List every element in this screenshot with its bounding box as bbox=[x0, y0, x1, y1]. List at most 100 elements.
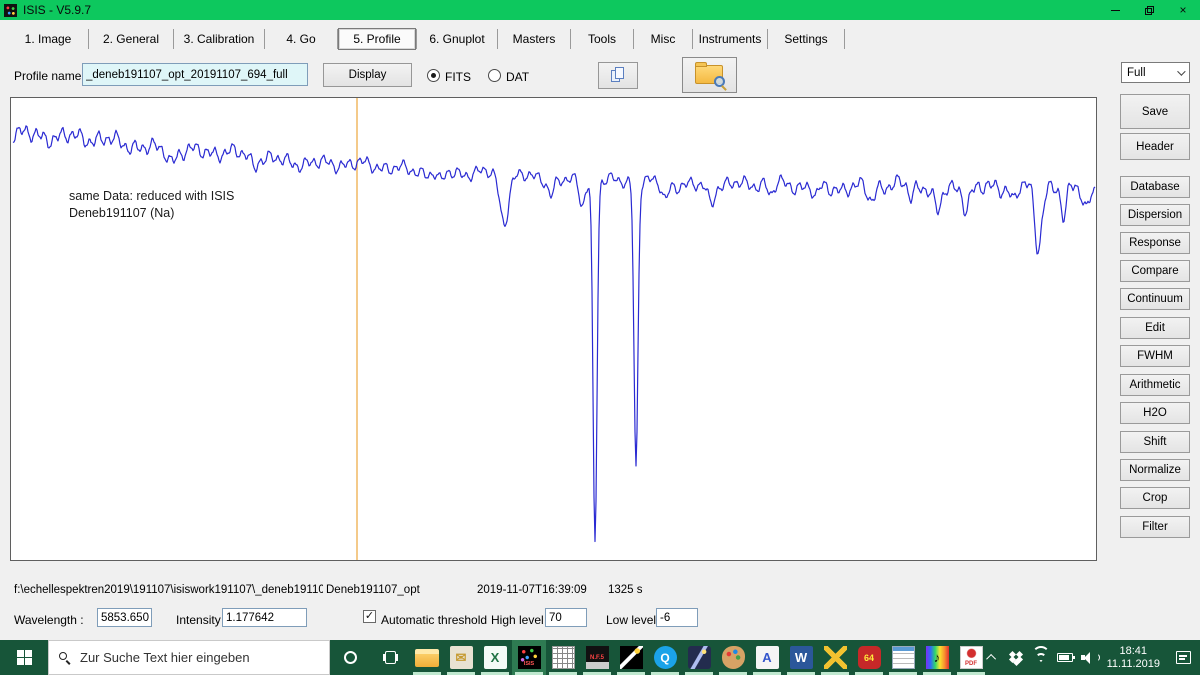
close-button[interactable]: × bbox=[1166, 0, 1200, 20]
tab-3-calibration[interactable]: 3. Calibration bbox=[174, 26, 264, 52]
isis-app-taskbar-button[interactable]: ISIS bbox=[512, 640, 546, 675]
calculator-taskbar-button[interactable] bbox=[546, 640, 580, 675]
tab-masters[interactable]: Masters bbox=[498, 26, 570, 52]
tab-2-general[interactable]: 2. General bbox=[89, 26, 173, 52]
move-arrows-app-taskbar-button[interactable] bbox=[818, 640, 852, 675]
cortana-button[interactable] bbox=[330, 640, 370, 675]
wifi-icon[interactable] bbox=[1029, 640, 1053, 675]
tab-misc[interactable]: Misc bbox=[634, 26, 692, 52]
clock-date: 11.11.2019 bbox=[1106, 657, 1160, 670]
task-view-icon bbox=[382, 651, 398, 664]
dat-radio[interactable] bbox=[488, 69, 501, 82]
file-explorer-icon bbox=[415, 648, 439, 667]
intensity-field[interactable] bbox=[222, 608, 307, 627]
dropbox-icon[interactable] bbox=[1005, 640, 1029, 675]
irfanview-icon: 64 bbox=[857, 646, 881, 669]
vspec-spectrum-app-taskbar-button[interactable]: ♪ bbox=[920, 640, 954, 675]
q-app-taskbar-button[interactable]: Q bbox=[648, 640, 682, 675]
exposure-time-text: 1325 s bbox=[608, 584, 643, 596]
folder-search-icon bbox=[694, 62, 727, 91]
chevron-down-icon bbox=[1177, 67, 1186, 76]
fits-radio-label: FITS bbox=[445, 70, 471, 84]
mail-app-taskbar-button[interactable]: ✉ bbox=[444, 640, 478, 675]
tab-settings[interactable]: Settings bbox=[768, 26, 844, 52]
minimize-icon bbox=[1110, 9, 1120, 11]
normalize-button[interactable]: Normalize bbox=[1120, 459, 1190, 481]
isis-window: ISIS - V5.9.7 × 1. Image 2. General 3. Cal… bbox=[0, 0, 1200, 675]
arithmetic-button[interactable]: Arithmetic bbox=[1120, 374, 1190, 396]
paint-palette-icon bbox=[721, 646, 745, 669]
fwhm-button[interactable]: FWHM bbox=[1120, 345, 1190, 367]
compare-button[interactable]: Compare bbox=[1120, 260, 1190, 282]
task-view-button[interactable] bbox=[370, 640, 410, 675]
hidden-icons-chevron-icon[interactable] bbox=[981, 640, 1005, 675]
fits-radio[interactable] bbox=[427, 69, 440, 82]
tab-tools[interactable]: Tools bbox=[571, 26, 633, 52]
word-icon: W bbox=[789, 646, 813, 669]
acrobat-reader-icon: PDF bbox=[959, 646, 983, 669]
edit-button[interactable]: Edit bbox=[1120, 317, 1190, 339]
isis-app-icon: ISIS bbox=[517, 646, 541, 669]
restore-button[interactable] bbox=[1132, 0, 1166, 20]
search-icon bbox=[59, 651, 71, 665]
display-button[interactable]: Display bbox=[323, 63, 412, 87]
tab-bar: 1. Image 2. General 3. Calibration 4. Go 5. … bbox=[8, 26, 845, 52]
taskbar-search-input[interactable]: Zur Suche Text hier eingeben bbox=[48, 640, 330, 675]
title-bar[interactable]: ISIS - V5.9.7 × bbox=[0, 0, 1200, 20]
paint-palette-taskbar-button[interactable] bbox=[716, 640, 750, 675]
battery-icon[interactable] bbox=[1053, 640, 1077, 675]
continuum-button[interactable]: Continuum bbox=[1120, 288, 1190, 310]
h2o-button[interactable]: H2O bbox=[1120, 402, 1190, 424]
tab-5-profile[interactable]: 5. Profile bbox=[338, 28, 416, 50]
nfs-app-icon: N.F.5 bbox=[585, 646, 609, 669]
wavelength-field[interactable] bbox=[97, 608, 152, 627]
low-level-field[interactable] bbox=[656, 608, 698, 627]
close-icon: × bbox=[1179, 3, 1187, 17]
high-level-label: High level : bbox=[491, 613, 551, 627]
auto-threshold-checkbox[interactable]: ✓ bbox=[363, 610, 376, 623]
start-button[interactable] bbox=[0, 640, 48, 675]
browse-profile-button[interactable] bbox=[682, 57, 737, 93]
header-button[interactable]: Header bbox=[1120, 133, 1190, 160]
dark-astro-app-icon bbox=[687, 646, 711, 669]
crop-button[interactable]: Crop bbox=[1120, 487, 1190, 509]
profile-name-label: Profile name : bbox=[14, 69, 89, 83]
copy-button[interactable] bbox=[598, 62, 638, 89]
response-button[interactable]: Response bbox=[1120, 232, 1190, 254]
notepad-taskbar-button[interactable] bbox=[886, 640, 920, 675]
dispersion-button[interactable]: Dispersion bbox=[1120, 204, 1190, 226]
volume-icon[interactable] bbox=[1077, 640, 1101, 675]
save-button[interactable]: Save bbox=[1120, 94, 1190, 129]
q-app-icon: Q bbox=[653, 646, 677, 669]
calculator-icon bbox=[551, 646, 575, 669]
object-name-text: Deneb191107_opt bbox=[326, 584, 420, 596]
observation-datetime-text: 2019-11-07T16:39:09 bbox=[477, 584, 587, 596]
irfanview-taskbar-button[interactable]: 64 bbox=[852, 640, 886, 675]
wavelength-label: Wavelength : bbox=[14, 613, 84, 627]
shift-button[interactable]: Shift bbox=[1120, 431, 1190, 453]
filter-button[interactable]: Filter bbox=[1120, 516, 1190, 538]
clock-time: 18:41 bbox=[1119, 644, 1148, 657]
action-center-button[interactable] bbox=[1166, 640, 1200, 675]
a-document-app-taskbar-button[interactable]: A bbox=[750, 640, 784, 675]
minimize-button[interactable] bbox=[1098, 0, 1132, 20]
tab-1-image[interactable]: 1. Image bbox=[8, 26, 88, 52]
taskbar-clock[interactable]: 18:41 11.11.2019 bbox=[1101, 645, 1166, 671]
telescope-app-taskbar-button[interactable] bbox=[614, 640, 648, 675]
nfs-app-taskbar-button[interactable]: N.F.5 bbox=[580, 640, 614, 675]
search-placeholder-text: Zur Suche Text hier eingeben bbox=[80, 650, 250, 665]
word-taskbar-button[interactable]: W bbox=[784, 640, 818, 675]
spectrum-plot[interactable] bbox=[11, 98, 1096, 560]
profile-name-input[interactable] bbox=[82, 63, 308, 86]
file-explorer-taskbar-button[interactable] bbox=[410, 640, 444, 675]
spectrum-chart[interactable]: same Data: reduced with ISIS Deneb191107… bbox=[10, 97, 1097, 561]
taskbar-apps: ✉ X ISIS N.F.5 Q A W 64 ♪ PDF bbox=[410, 640, 988, 675]
high-level-field[interactable] bbox=[545, 608, 587, 627]
tab-6-gnuplot[interactable]: 6. Gnuplot bbox=[417, 26, 497, 52]
excel-taskbar-button[interactable]: X bbox=[478, 640, 512, 675]
tab-instruments[interactable]: Instruments bbox=[693, 26, 767, 52]
database-button[interactable]: Database bbox=[1120, 176, 1190, 198]
view-mode-dropdown[interactable]: Full bbox=[1121, 62, 1190, 83]
tab-4-go[interactable]: 4. Go bbox=[265, 26, 337, 52]
dark-astro-app-taskbar-button[interactable] bbox=[682, 640, 716, 675]
